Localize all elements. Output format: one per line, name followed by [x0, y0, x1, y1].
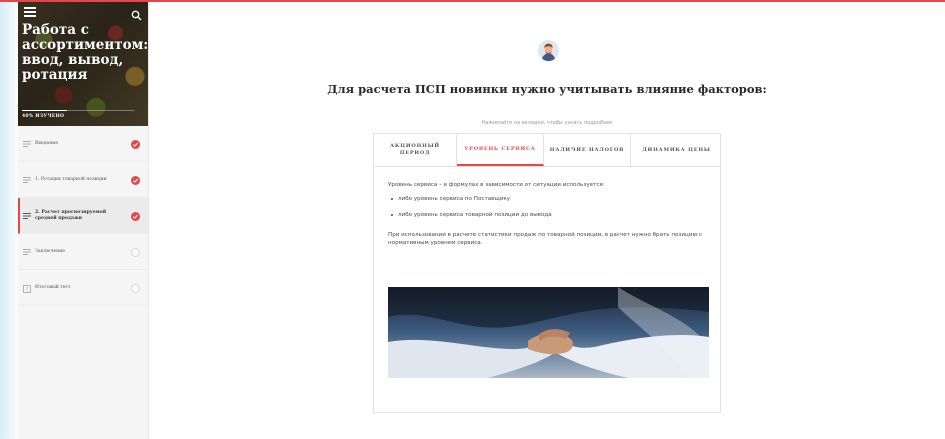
course-title: Работа с ассортиментом: ввод, вывод, рот…: [22, 22, 148, 83]
sidebar-item-label: Заключение: [35, 248, 65, 254]
completed-check-icon: [131, 175, 140, 185]
lesson-lines-icon: [23, 176, 31, 183]
list-item: либо уровень сервиса по Поставщику: [388, 195, 706, 203]
sidebar-item-label: Итоговый тест: [35, 284, 71, 290]
bullet-list: либо уровень сервиса по Поставщику либо …: [388, 195, 706, 219]
tab-service-level[interactable]: УРОВЕНЬ СЕРВИСА: [457, 134, 544, 166]
quiz-icon: ?: [23, 284, 31, 293]
sidebar-item-intro[interactable]: Введение: [18, 126, 148, 162]
author-avatar-icon: [538, 40, 559, 61]
not-started-circle-icon: [131, 247, 140, 257]
sidebar-item-label: Введение: [35, 140, 59, 146]
tab-promo-period[interactable]: АКЦИОННЫЙ ПЕРИОД: [374, 134, 457, 166]
tabs-hint: Нажимайте на вкладки, чтобы узнать подро…: [481, 120, 613, 126]
sidebar-item-label: 1. Ротация товарной позиции: [35, 176, 107, 182]
sidebar-item-conclusion[interactable]: Заключение: [18, 234, 148, 270]
tabs-card: АКЦИОННЫЙ ПЕРИОД УРОВЕНЬ СЕРВИСА НАЛИЧИЕ…: [373, 133, 721, 413]
lesson-content: Для расчета ПСП новинки нужно учитывать …: [149, 2, 945, 439]
lesson-lines-icon: [23, 212, 31, 219]
sidebar: Работа с ассортиментом: ввод, вывод, рот…: [18, 2, 149, 439]
sidebar-item-final-test[interactable]: ? Итоговый тест: [18, 270, 148, 306]
completed-check-icon: [131, 211, 140, 221]
page-title: Для расчета ПСП новинки нужно учитывать …: [327, 82, 767, 96]
list-item: либо уровень сервиса товарной позиции до…: [388, 211, 706, 219]
header-icons: [18, 6, 148, 21]
tab-panel: Уровень сервиса – в формулах в зависимос…: [374, 167, 720, 247]
search-icon[interactable]: [131, 6, 142, 21]
sidebar-item-label: 2. Расчет прогнозируемой средней продажи: [35, 209, 107, 221]
lesson-lines-icon: [23, 140, 31, 147]
tab-bar: АКЦИОННЫЙ ПЕРИОД УРОВЕНЬ СЕРВИСА НАЛИЧИЕ…: [374, 134, 720, 167]
tab-intro-text: Уровень сервиса – в формулах в зависимос…: [388, 182, 605, 188]
hamburger-menu-icon[interactable]: [24, 7, 36, 17]
handshake-photo: [388, 287, 709, 378]
course-header: Работа с ассортиментом: ввод, вывод, рот…: [18, 2, 148, 126]
sidebar-item-forecast-sales[interactable]: 2. Расчет прогнозируемой средней продажи: [18, 198, 148, 234]
tab-price-dynamics[interactable]: ДИНАМИКА ЦЕНЫ: [631, 134, 720, 166]
not-started-circle-icon: [131, 283, 140, 293]
lesson-lines-icon: [23, 248, 31, 255]
completed-check-icon: [131, 139, 140, 149]
sidebar-item-rotation[interactable]: 1. Ротация товарной позиции: [18, 162, 148, 198]
course-progress-label: 40% ИЗУЧЕНО: [22, 114, 65, 119]
course-progress-bar: [22, 110, 134, 111]
lesson-list: Введение 1. Ротация товарной позиции 2. …: [18, 126, 148, 306]
tab-taxes[interactable]: НАЛИЧИЕ НАЛОГОВ: [544, 134, 631, 166]
course-progress-fill: [22, 110, 67, 111]
tab-paragraph: При использовании в расчете статистики п…: [388, 232, 703, 246]
svg-text:?: ?: [26, 287, 29, 293]
